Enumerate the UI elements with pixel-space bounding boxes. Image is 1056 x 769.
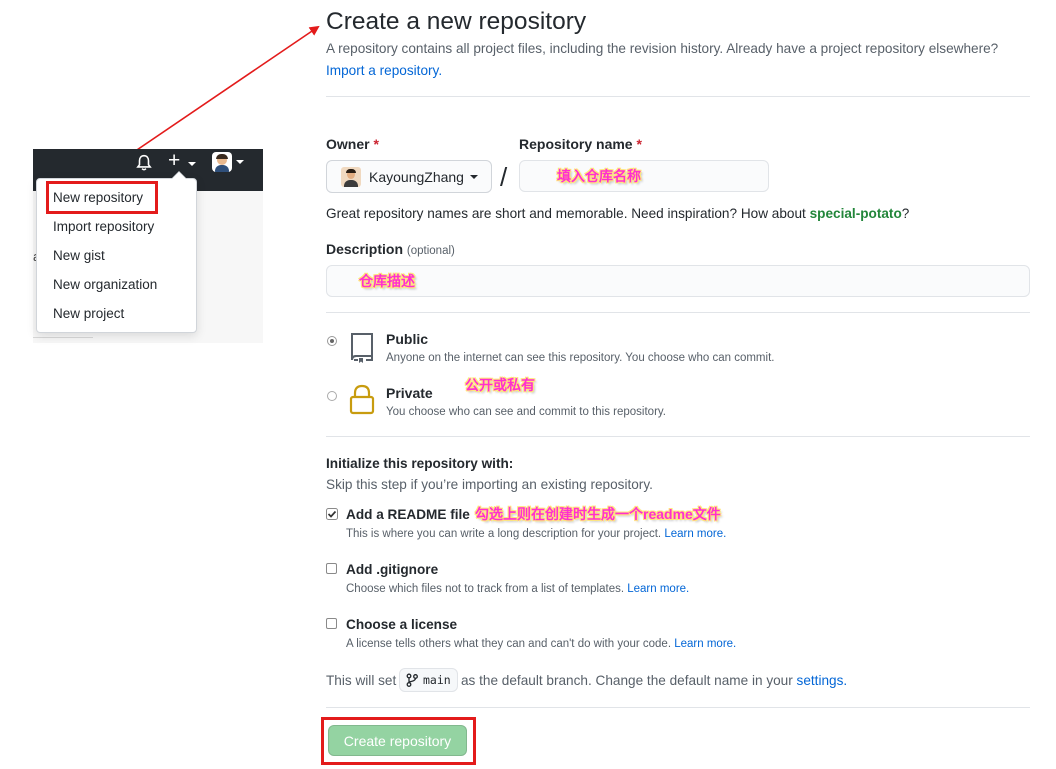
gitignore-description: Choose which files not to track from a l…: [346, 583, 689, 595]
name-hint: Great repository names are short and mem…: [326, 206, 909, 221]
background-divider: [33, 337, 93, 338]
footer-divider: [326, 707, 1030, 708]
gitignore-label[interactable]: Add .gitignore: [346, 562, 438, 577]
branch-suffix: as the default branch. Change the defaul…: [461, 673, 847, 688]
menu-item-new-gist[interactable]: New gist: [53, 248, 105, 263]
page-title: Create a new repository: [326, 8, 587, 35]
menu-item-import-repository[interactable]: Import repository: [53, 219, 154, 234]
gitignore-learn-more-link[interactable]: Learn more.: [627, 583, 689, 595]
repo-name-label-text: Repository name: [519, 136, 633, 152]
visibility-annotation: 公开或私有: [465, 377, 535, 393]
repo-icon: [351, 333, 373, 363]
license-description-text: A license tells others what they can and…: [346, 638, 672, 650]
readme-learn-more-link[interactable]: Learn more.: [664, 528, 726, 540]
owner-required-mark: *: [373, 136, 379, 152]
public-description: Anyone on the internet can see this repo…: [386, 352, 775, 364]
license-description: A license tells others what they can and…: [346, 638, 736, 650]
branch-name-pill: main: [399, 668, 458, 692]
description-label: Description (optional): [326, 241, 455, 257]
branch-prefix: This will set: [326, 673, 397, 688]
description-divider: [326, 312, 1030, 313]
name-hint-prefix: Great repository names are short and mem…: [326, 206, 806, 221]
license-checkbox[interactable]: [326, 618, 337, 629]
private-description: You choose who can see and commit to thi…: [386, 406, 666, 418]
readme-description-text: This is where you can write a long descr…: [346, 528, 662, 540]
page-subtitle: A repository contains all project files,…: [326, 41, 999, 56]
highlight-new-repository: [46, 181, 158, 214]
lock-icon: [349, 384, 375, 415]
bell-icon[interactable]: [135, 154, 153, 172]
branch-name: main: [423, 673, 451, 687]
git-branch-icon: [406, 673, 418, 687]
readme-checkbox[interactable]: [326, 508, 338, 520]
readme-label[interactable]: Add a README file: [346, 507, 470, 522]
avatar[interactable]: [212, 152, 232, 172]
license-label[interactable]: Choose a license: [346, 617, 457, 632]
chevron-down-icon: [188, 162, 196, 166]
gitignore-checkbox[interactable]: [326, 563, 337, 574]
owner-select-button[interactable]: KayoungZhang: [326, 160, 492, 193]
highlight-create-button: [321, 717, 476, 765]
settings-link[interactable]: settings.: [797, 673, 848, 688]
dropdown-caret-inner: [172, 172, 186, 179]
owner-label: Owner *: [326, 136, 379, 152]
description-optional: (optional): [406, 245, 455, 257]
init-subheading: Skip this step if you’re importing an ex…: [326, 477, 653, 492]
avatar-chevron-icon: [236, 160, 244, 164]
name-suggestion-link[interactable]: special-potato: [810, 206, 902, 221]
header-divider: [326, 96, 1030, 97]
name-hint-suffix: ?: [901, 206, 910, 221]
owner-name: KayoungZhang: [369, 168, 464, 185]
owner-avatar: [341, 166, 361, 187]
description-annotation: 仓库描述: [359, 273, 415, 289]
visibility-divider: [326, 436, 1030, 437]
repo-name-label: Repository name *: [519, 136, 642, 152]
plus-icon[interactable]: +: [168, 150, 180, 171]
private-title: Private: [386, 385, 433, 401]
public-radio[interactable]: [327, 336, 337, 346]
owner-label-text: Owner: [326, 136, 370, 152]
repo-name-annotation: 填入仓库名称: [557, 168, 641, 184]
readme-annotation: 勾选上则在创建时生成一个readme文件: [475, 506, 721, 522]
description-input[interactable]: [326, 265, 1030, 297]
license-learn-more-link[interactable]: Learn more.: [674, 638, 736, 650]
branch-suffix-text: as the default branch. Change the defaul…: [461, 673, 793, 688]
private-radio[interactable]: [327, 391, 337, 401]
gitignore-description-text: Choose which files not to track from a l…: [346, 583, 625, 595]
readme-description: This is where you can write a long descr…: [346, 528, 726, 540]
description-label-text: Description: [326, 241, 404, 257]
init-heading: Initialize this repository with:: [326, 456, 514, 471]
menu-item-new-organization[interactable]: New organization: [53, 277, 157, 292]
chevron-down-icon: [469, 174, 478, 179]
owner-repo-separator: /: [500, 162, 508, 192]
public-title: Public: [386, 331, 429, 347]
repo-name-required-mark: *: [636, 136, 642, 152]
menu-item-new-project[interactable]: New project: [53, 306, 124, 321]
import-repository-link[interactable]: Import a repository.: [326, 63, 442, 78]
